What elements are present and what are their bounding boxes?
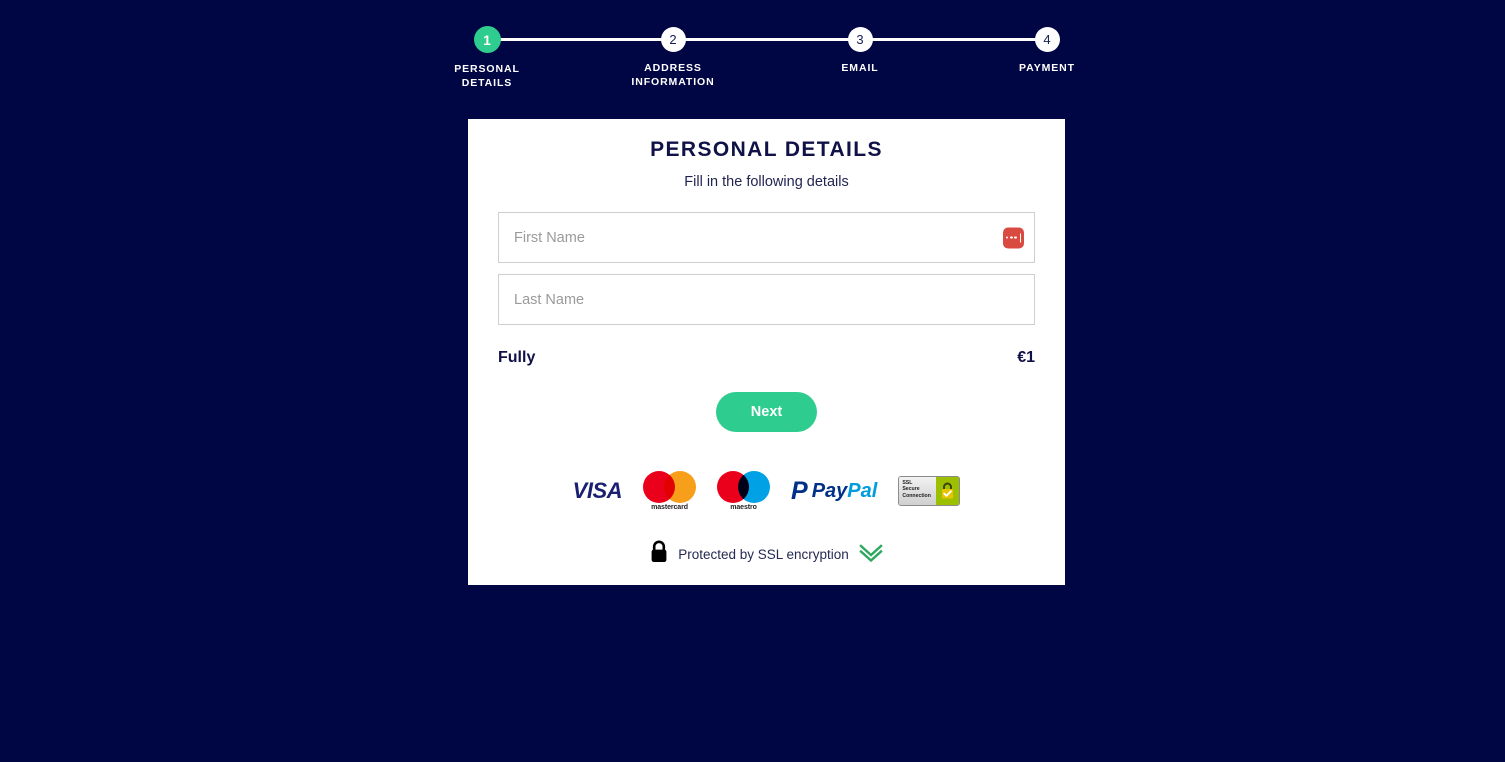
next-button[interactable]: Next: [716, 392, 817, 432]
mastercard-wordmark: mastercard: [651, 504, 688, 511]
next-button-container: Next: [468, 392, 1065, 432]
stepper-step-personal-details[interactable]: 1 PERSONAL DETAILS: [417, 26, 557, 90]
mastercard-logo-icon: mastercard: [643, 471, 697, 511]
page-title: PERSONAL DETAILS: [650, 138, 883, 161]
personal-details-form: [498, 212, 1035, 325]
circle-orange: [664, 471, 697, 503]
paypal-wordmark: PayPal: [812, 481, 878, 501]
circle-blue: [738, 471, 771, 503]
paypal-logo-icon: P PayPal: [791, 476, 878, 505]
order-summary-row: Fully €1: [498, 349, 1035, 367]
paypal-pay-text: Pay: [811, 480, 848, 502]
maestro-logo-icon: maestro: [717, 471, 771, 511]
step-number-badge: 1: [473, 26, 501, 53]
last-name-input[interactable]: [499, 275, 1034, 324]
step-number-badge: 2: [660, 27, 686, 52]
paypal-pal-text: Pal: [847, 480, 878, 502]
paypal-p-glyph: P: [791, 476, 808, 505]
maestro-circles-glyph: [717, 471, 771, 503]
step-label: PAYMENT: [1019, 62, 1075, 74]
dot-glyph: [1005, 236, 1009, 239]
double-chevron-down-icon: [858, 542, 884, 567]
first-name-field[interactable]: [498, 212, 1035, 263]
summary-price: €1: [1017, 349, 1035, 366]
payment-methods-row: VISA mastercard maestro P PayPal SSL Sec…: [468, 471, 1065, 511]
stepper-track: [487, 38, 1047, 41]
last-name-field[interactable]: [498, 274, 1035, 325]
dot-glyph: [1009, 236, 1013, 239]
ssl-padlock-icon: [936, 477, 960, 505]
ssl-secure-connection-badge-icon: SSL Secure Connection: [898, 476, 961, 506]
step-number-badge: 4: [1034, 27, 1060, 52]
stepper-step-address-information[interactable]: 2 ADDRESS INFORMATION: [603, 27, 743, 89]
step-label: PERSONAL DETAILS: [454, 63, 520, 89]
padlock-icon: [649, 540, 669, 569]
ssl-encryption-text: Protected by SSL encryption: [678, 547, 849, 562]
maestro-wordmark: maestro: [730, 504, 757, 511]
checkout-card: PERSONAL DETAILS Fill in the following d…: [468, 119, 1065, 585]
step-number-badge: 3: [847, 27, 873, 52]
password-manager-autofill-icon[interactable]: [1003, 227, 1024, 248]
checkout-stepper: 1 PERSONAL DETAILS 2 ADDRESS INFORMATION…: [454, 26, 1074, 97]
dot-glyph: [1014, 236, 1017, 239]
ssl-badge-text: SSL Secure Connection: [899, 477, 937, 505]
caret-glyph: [1019, 233, 1022, 242]
step-label: ADDRESS INFORMATION: [631, 62, 715, 88]
page-subtitle: Fill in the following details: [684, 174, 849, 190]
ssl-encryption-notice: Protected by SSL encryption: [468, 540, 1065, 569]
step-label: EMAIL: [841, 62, 879, 74]
visa-logo-icon: VISA: [572, 478, 623, 503]
summary-label: Fully: [498, 349, 536, 366]
first-name-input[interactable]: [499, 213, 1034, 262]
stepper-step-email[interactable]: 3 EMAIL: [790, 27, 930, 75]
mastercard-circles-glyph: [643, 471, 697, 503]
stepper-step-payment[interactable]: 4 PAYMENT: [977, 27, 1117, 75]
